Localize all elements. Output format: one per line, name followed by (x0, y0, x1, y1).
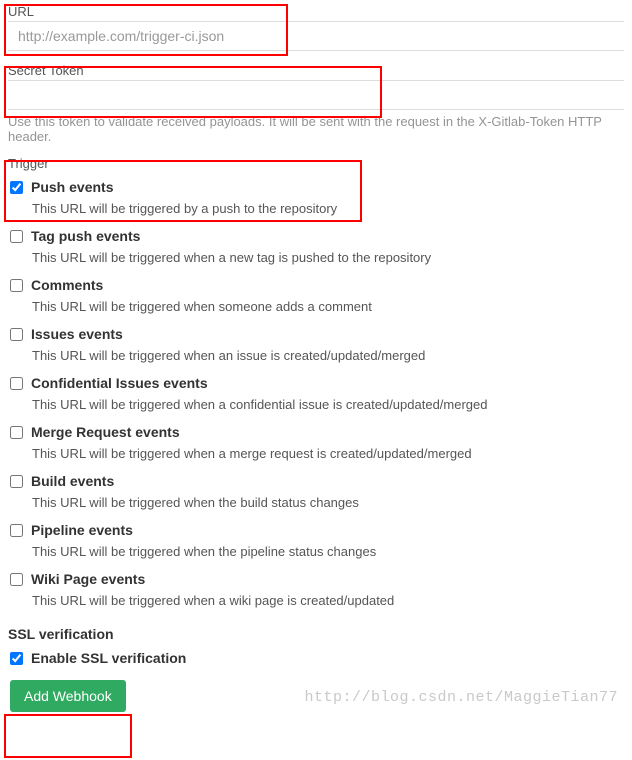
trigger-item: Push events This URL will be triggered by… (4, 177, 628, 226)
ssl-section: SSL verification Enable SSL verification (4, 626, 628, 666)
trigger-item-desc: This URL will be triggered when someone … (32, 299, 622, 314)
trigger-item-desc: This URL will be triggered by a push to … (32, 201, 622, 216)
secret-label: Secret Token (8, 63, 624, 78)
trigger-item-desc: This URL will be triggered when the pipe… (32, 544, 622, 559)
trigger-item-title-row[interactable]: Build events (10, 473, 622, 489)
highlight-box (4, 714, 132, 758)
trigger-item-title: Wiki Page events (31, 571, 145, 587)
trigger-checkbox[interactable] (10, 573, 23, 586)
add-webhook-button[interactable]: Add Webhook (10, 680, 126, 712)
secret-field-group: Secret Token Use this token to validate … (4, 63, 628, 144)
trigger-checkbox[interactable] (10, 279, 23, 292)
trigger-item: Confidential Issues events This URL will … (4, 373, 628, 422)
trigger-item-title-row[interactable]: Push events (10, 179, 622, 195)
trigger-item: Issues events This URL will be triggered … (4, 324, 628, 373)
watermark: http://blog.csdn.net/MaggieTian77 (304, 689, 618, 706)
url-field-group: URL (4, 4, 628, 51)
secret-input[interactable] (8, 80, 624, 110)
ssl-enable-row[interactable]: Enable SSL verification (8, 650, 624, 666)
trigger-item-title: Merge Request events (31, 424, 180, 440)
trigger-item-title-row[interactable]: Wiki Page events (10, 571, 622, 587)
trigger-item-title: Tag push events (31, 228, 140, 244)
url-input[interactable] (8, 21, 624, 51)
trigger-list: Push events This URL will be triggered by… (4, 177, 628, 618)
trigger-item: Build events This URL will be triggered w… (4, 471, 628, 520)
url-label: URL (8, 4, 624, 19)
trigger-item-desc: This URL will be triggered when an issue… (32, 348, 622, 363)
trigger-item: Tag push events This URL will be triggere… (4, 226, 628, 275)
trigger-item-title: Push events (31, 179, 113, 195)
trigger-item-desc: This URL will be triggered when a new ta… (32, 250, 622, 265)
secret-help: Use this token to validate received payl… (8, 114, 624, 144)
trigger-checkbox[interactable] (10, 426, 23, 439)
trigger-item-desc: This URL will be triggered when a confid… (32, 397, 622, 412)
trigger-item-title: Pipeline events (31, 522, 133, 538)
webhook-form: URL Secret Token Use this token to valid… (4, 4, 628, 712)
trigger-checkbox[interactable] (10, 328, 23, 341)
trigger-checkbox[interactable] (10, 230, 23, 243)
trigger-checkbox[interactable] (10, 524, 23, 537)
trigger-item-title-row[interactable]: Comments (10, 277, 622, 293)
trigger-item-title-row[interactable]: Pipeline events (10, 522, 622, 538)
trigger-item-desc: This URL will be triggered when a merge … (32, 446, 622, 461)
trigger-item-title-row[interactable]: Confidential Issues events (10, 375, 622, 391)
trigger-item-desc: This URL will be triggered when a wiki p… (32, 593, 622, 608)
ssl-enable-label: Enable SSL verification (31, 650, 186, 666)
trigger-item-title-row[interactable]: Issues events (10, 326, 622, 342)
ssl-checkbox[interactable] (10, 652, 23, 665)
trigger-item: Merge Request events This URL will be tri… (4, 422, 628, 471)
trigger-item: Wiki Page events This URL will be trigger… (4, 569, 628, 618)
trigger-item-title-row[interactable]: Merge Request events (10, 424, 622, 440)
trigger-item-title: Build events (31, 473, 114, 489)
trigger-checkbox[interactable] (10, 377, 23, 390)
trigger-item-title-row[interactable]: Tag push events (10, 228, 622, 244)
trigger-item-title: Confidential Issues events (31, 375, 208, 391)
trigger-item-title: Comments (31, 277, 103, 293)
trigger-item: Comments This URL will be triggered when … (4, 275, 628, 324)
trigger-label: Trigger (8, 156, 628, 171)
trigger-item-title: Issues events (31, 326, 123, 342)
trigger-checkbox[interactable] (10, 475, 23, 488)
trigger-checkbox[interactable] (10, 181, 23, 194)
trigger-item: Pipeline events This URL will be triggere… (4, 520, 628, 569)
trigger-item-desc: This URL will be triggered when the buil… (32, 495, 622, 510)
ssl-label: SSL verification (8, 626, 624, 642)
